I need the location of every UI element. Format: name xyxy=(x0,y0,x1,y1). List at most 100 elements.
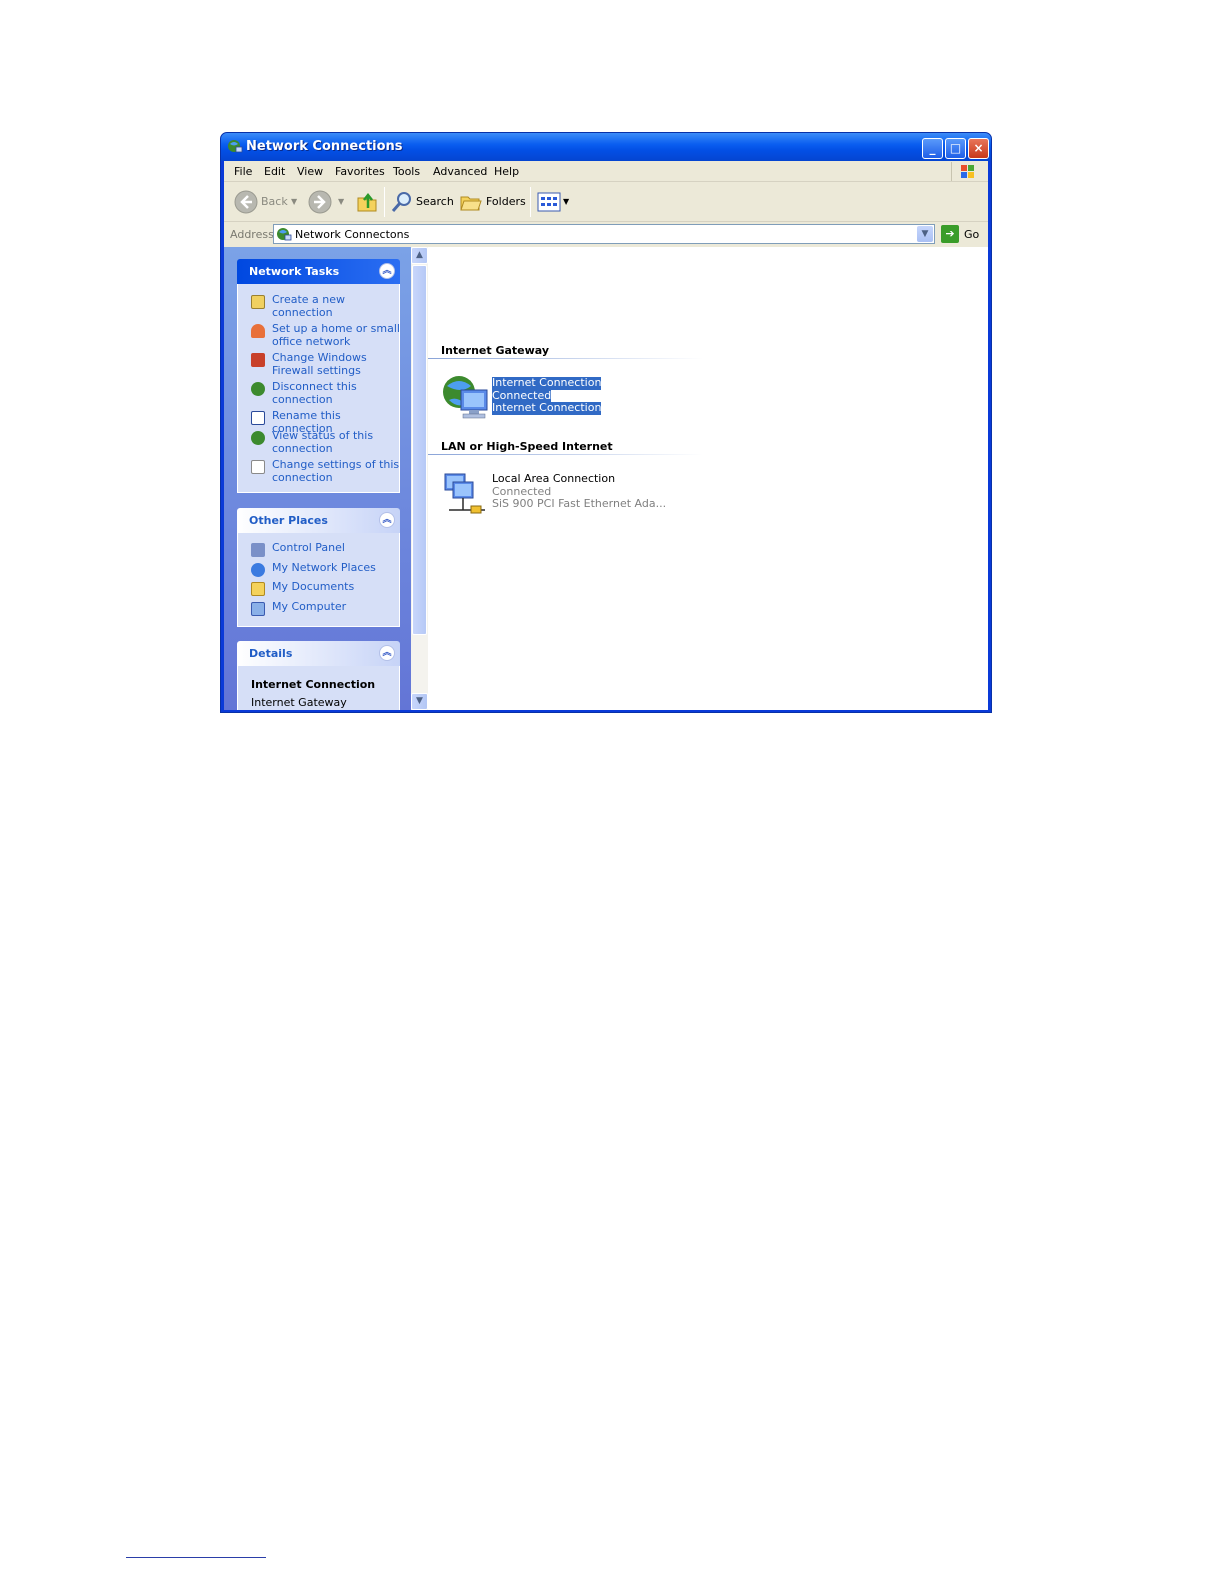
network-tasks-header[interactable]: Network Tasks ︽ xyxy=(237,259,400,284)
search-button[interactable]: Search xyxy=(390,189,454,215)
scroll-up-icon[interactable]: ▲ xyxy=(411,247,428,264)
menu-edit[interactable]: Edit xyxy=(264,165,285,178)
group-divider xyxy=(428,454,703,455)
forward-button[interactable]: ▼ xyxy=(308,189,344,215)
lan-connection-icon xyxy=(444,473,485,514)
address-input[interactable]: Network Connectons ▼ xyxy=(273,224,935,244)
close-button[interactable]: × xyxy=(968,138,989,159)
address-bar: Address Network Connectons ▼ ➔ Go xyxy=(224,223,988,246)
address-label: Address xyxy=(230,228,274,241)
search-icon xyxy=(391,192,411,212)
menu-bar: File Edit View Favorites Tools Advanced … xyxy=(224,161,988,182)
details-connection-name: Internet Connection xyxy=(251,678,376,691)
title-bar[interactable]: Network Connections _ □ × xyxy=(221,133,991,161)
back-arrow-icon xyxy=(234,190,258,214)
firewall-icon xyxy=(251,353,265,367)
address-value: Network Connectons xyxy=(295,228,410,241)
place-label: My Network Places xyxy=(272,561,376,574)
task-label: Set up a home or small office network xyxy=(272,322,400,348)
other-places-header[interactable]: Other Places ︽ xyxy=(237,508,400,533)
collapse-icon[interactable]: ︽ xyxy=(379,512,395,528)
back-dropdown-icon[interactable]: ▼ xyxy=(291,197,297,206)
connection-local-area[interactable]: Local Area Connection Connected SiS 900 … xyxy=(441,470,701,520)
network-connections-icon xyxy=(277,228,292,241)
views-button[interactable]: ▼ xyxy=(537,189,571,215)
status-icon xyxy=(251,431,265,445)
forward-dropdown-icon[interactable]: ▼ xyxy=(338,197,344,206)
connection-name: Local Area Connection xyxy=(492,472,616,485)
place-label: My Computer xyxy=(272,600,347,613)
group-header-lan: LAN or High-Speed Internet xyxy=(441,440,613,453)
scroll-thumb[interactable] xyxy=(412,265,427,635)
connection-device: SiS 900 PCI Fast Ethernet Ada... xyxy=(492,497,667,510)
back-label: Back xyxy=(261,195,288,208)
task-pane: Network Tasks ︽ Create a new connection … xyxy=(224,247,411,710)
connection-device: Internet Connection xyxy=(492,401,602,415)
menu-favorites[interactable]: Favorites xyxy=(335,165,385,178)
up-folder-icon xyxy=(357,192,377,212)
rename-icon xyxy=(251,411,265,425)
internet-gateway-icon xyxy=(443,376,488,419)
go-button[interactable]: ➔ Go xyxy=(941,224,981,245)
connections-view: Internet Gateway Internet Connection Con… xyxy=(428,247,988,710)
windows-logo-icon xyxy=(951,162,981,181)
connection-status: Connected xyxy=(492,484,552,498)
details-body: Internet Connection Internet Gateway xyxy=(237,666,400,710)
folders-button[interactable]: Folders xyxy=(459,189,526,215)
maximize-button[interactable]: □ xyxy=(945,138,966,159)
views-dropdown-icon[interactable]: ▼ xyxy=(563,197,569,206)
up-folder-button[interactable] xyxy=(355,189,381,215)
network-connections-icon xyxy=(228,140,243,153)
go-arrow-icon: ➔ xyxy=(941,225,959,243)
details-panel: Details ︽ Internet Connection Internet G… xyxy=(237,641,400,710)
collapse-icon[interactable]: ︽ xyxy=(379,263,395,279)
settings-icon xyxy=(251,460,265,474)
network-places-icon xyxy=(251,563,265,577)
window-body: File Edit View Favorites Tools Advanced … xyxy=(224,161,988,710)
connection-internet-gateway[interactable]: Internet Connection Connected Internet C… xyxy=(441,374,701,424)
views-icon xyxy=(537,192,561,212)
folders-label: Folders xyxy=(486,195,526,208)
group-divider xyxy=(428,358,703,359)
other-places-panel: Other Places ︽ Control Panel My Network … xyxy=(237,508,400,627)
network-connections-window: Network Connections _ □ × File Edit View… xyxy=(220,132,992,713)
details-connection-type: Internet Gateway xyxy=(251,696,347,709)
toolbar-separator xyxy=(530,187,531,217)
my-computer-icon xyxy=(251,602,265,616)
toolbar-separator xyxy=(384,187,385,217)
toolbar: Back ▼ ▼ Search Folders ▼ xyxy=(224,182,988,222)
menu-view[interactable]: View xyxy=(297,165,323,178)
connection-name: Internet Connection xyxy=(492,376,602,390)
menu-help[interactable]: Help xyxy=(494,165,519,178)
back-button[interactable]: Back ▼ xyxy=(234,189,302,215)
network-tasks-title: Network Tasks xyxy=(249,265,340,278)
search-label: Search xyxy=(416,195,454,208)
collapse-icon[interactable]: ︽ xyxy=(379,645,395,661)
network-tasks-body: Create a new connection Set up a home or… xyxy=(237,284,400,493)
details-header[interactable]: Details ︽ xyxy=(237,641,400,666)
details-title: Details xyxy=(249,647,293,660)
place-label: Control Panel xyxy=(272,541,345,554)
new-connection-icon xyxy=(251,295,265,309)
task-label: View status of this connection xyxy=(272,429,374,455)
other-places-body: Control Panel My Network Places My Docum… xyxy=(237,533,400,627)
task-label: Change settings of this connection xyxy=(272,458,400,484)
group-header-internet-gateway: Internet Gateway xyxy=(441,344,550,357)
scroll-down-icon[interactable]: ▼ xyxy=(411,693,428,710)
other-places-title: Other Places xyxy=(249,514,328,527)
menu-file[interactable]: File xyxy=(234,165,252,178)
task-label: Disconnect this connection xyxy=(272,380,357,406)
window-title: Network Connections xyxy=(246,139,403,154)
task-pane-scrollbar[interactable]: ▲ ▼ xyxy=(411,247,428,710)
menu-tools[interactable]: Tools xyxy=(393,165,420,178)
minimize-button[interactable]: _ xyxy=(922,138,943,159)
place-label: My Documents xyxy=(272,580,355,593)
home-network-icon xyxy=(251,324,265,338)
connection-details: Local Area Connection Connected SiS 900 … xyxy=(492,472,667,511)
menu-advanced[interactable]: Advanced xyxy=(433,165,487,178)
address-dropdown-icon[interactable]: ▼ xyxy=(917,226,933,242)
task-label: Create a new connection xyxy=(272,293,346,319)
go-label: Go xyxy=(964,228,980,241)
folders-icon xyxy=(460,196,482,211)
task-label: Change Windows Firewall settings xyxy=(272,351,367,377)
